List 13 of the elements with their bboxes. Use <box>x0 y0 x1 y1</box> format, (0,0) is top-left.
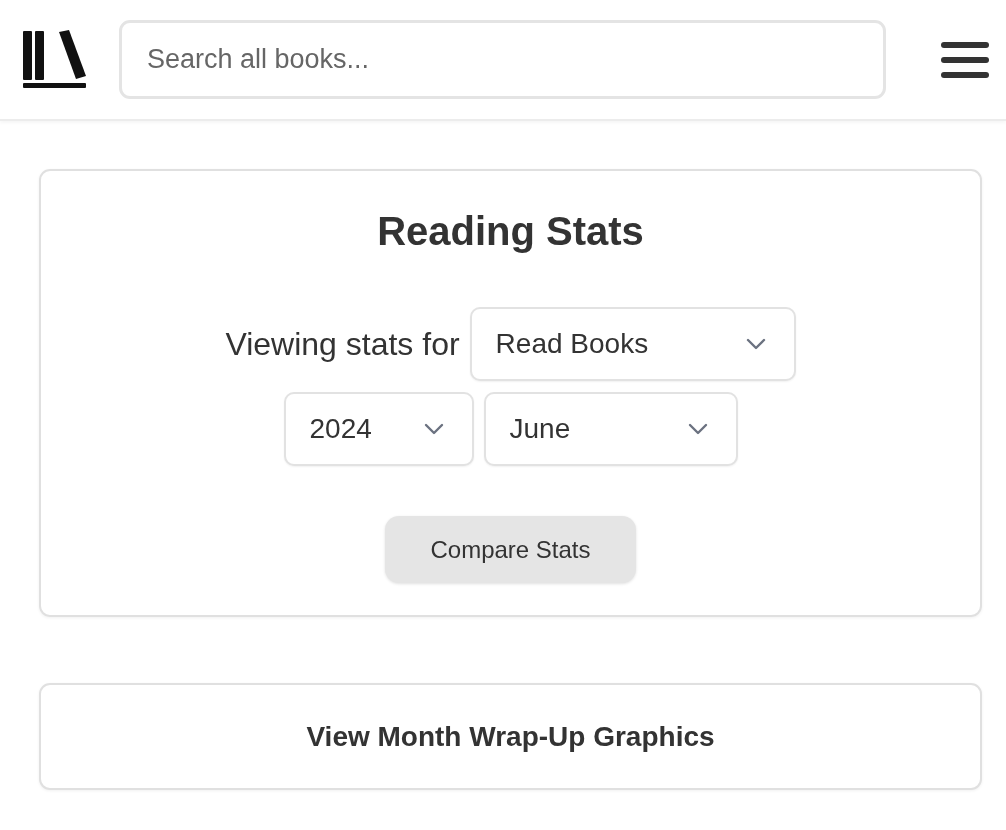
dropdown[interactable]: June <box>483 392 738 466</box>
dropdown[interactable]: 2024 <box>283 392 474 466</box>
menu-icon[interactable] <box>940 40 990 79</box>
bookshelf-logo-icon[interactable] <box>22 30 87 89</box>
chevron-down-icon <box>745 338 766 350</box>
chevron-down-icon <box>687 423 708 435</box>
dropdown[interactable]: Read Books <box>469 307 796 381</box>
compare-stats-button[interactable]: Compare Stats <box>385 516 636 583</box>
wrap-up-graphics-link[interactable]: View Month Wrap-Up Graphics <box>39 683 982 790</box>
chevron-down-icon <box>423 423 444 435</box>
card-title: Reading Stats <box>377 208 644 255</box>
search-field[interactable]: Search all books... <box>119 20 886 99</box>
filter-label: Viewing stats for <box>225 325 460 364</box>
